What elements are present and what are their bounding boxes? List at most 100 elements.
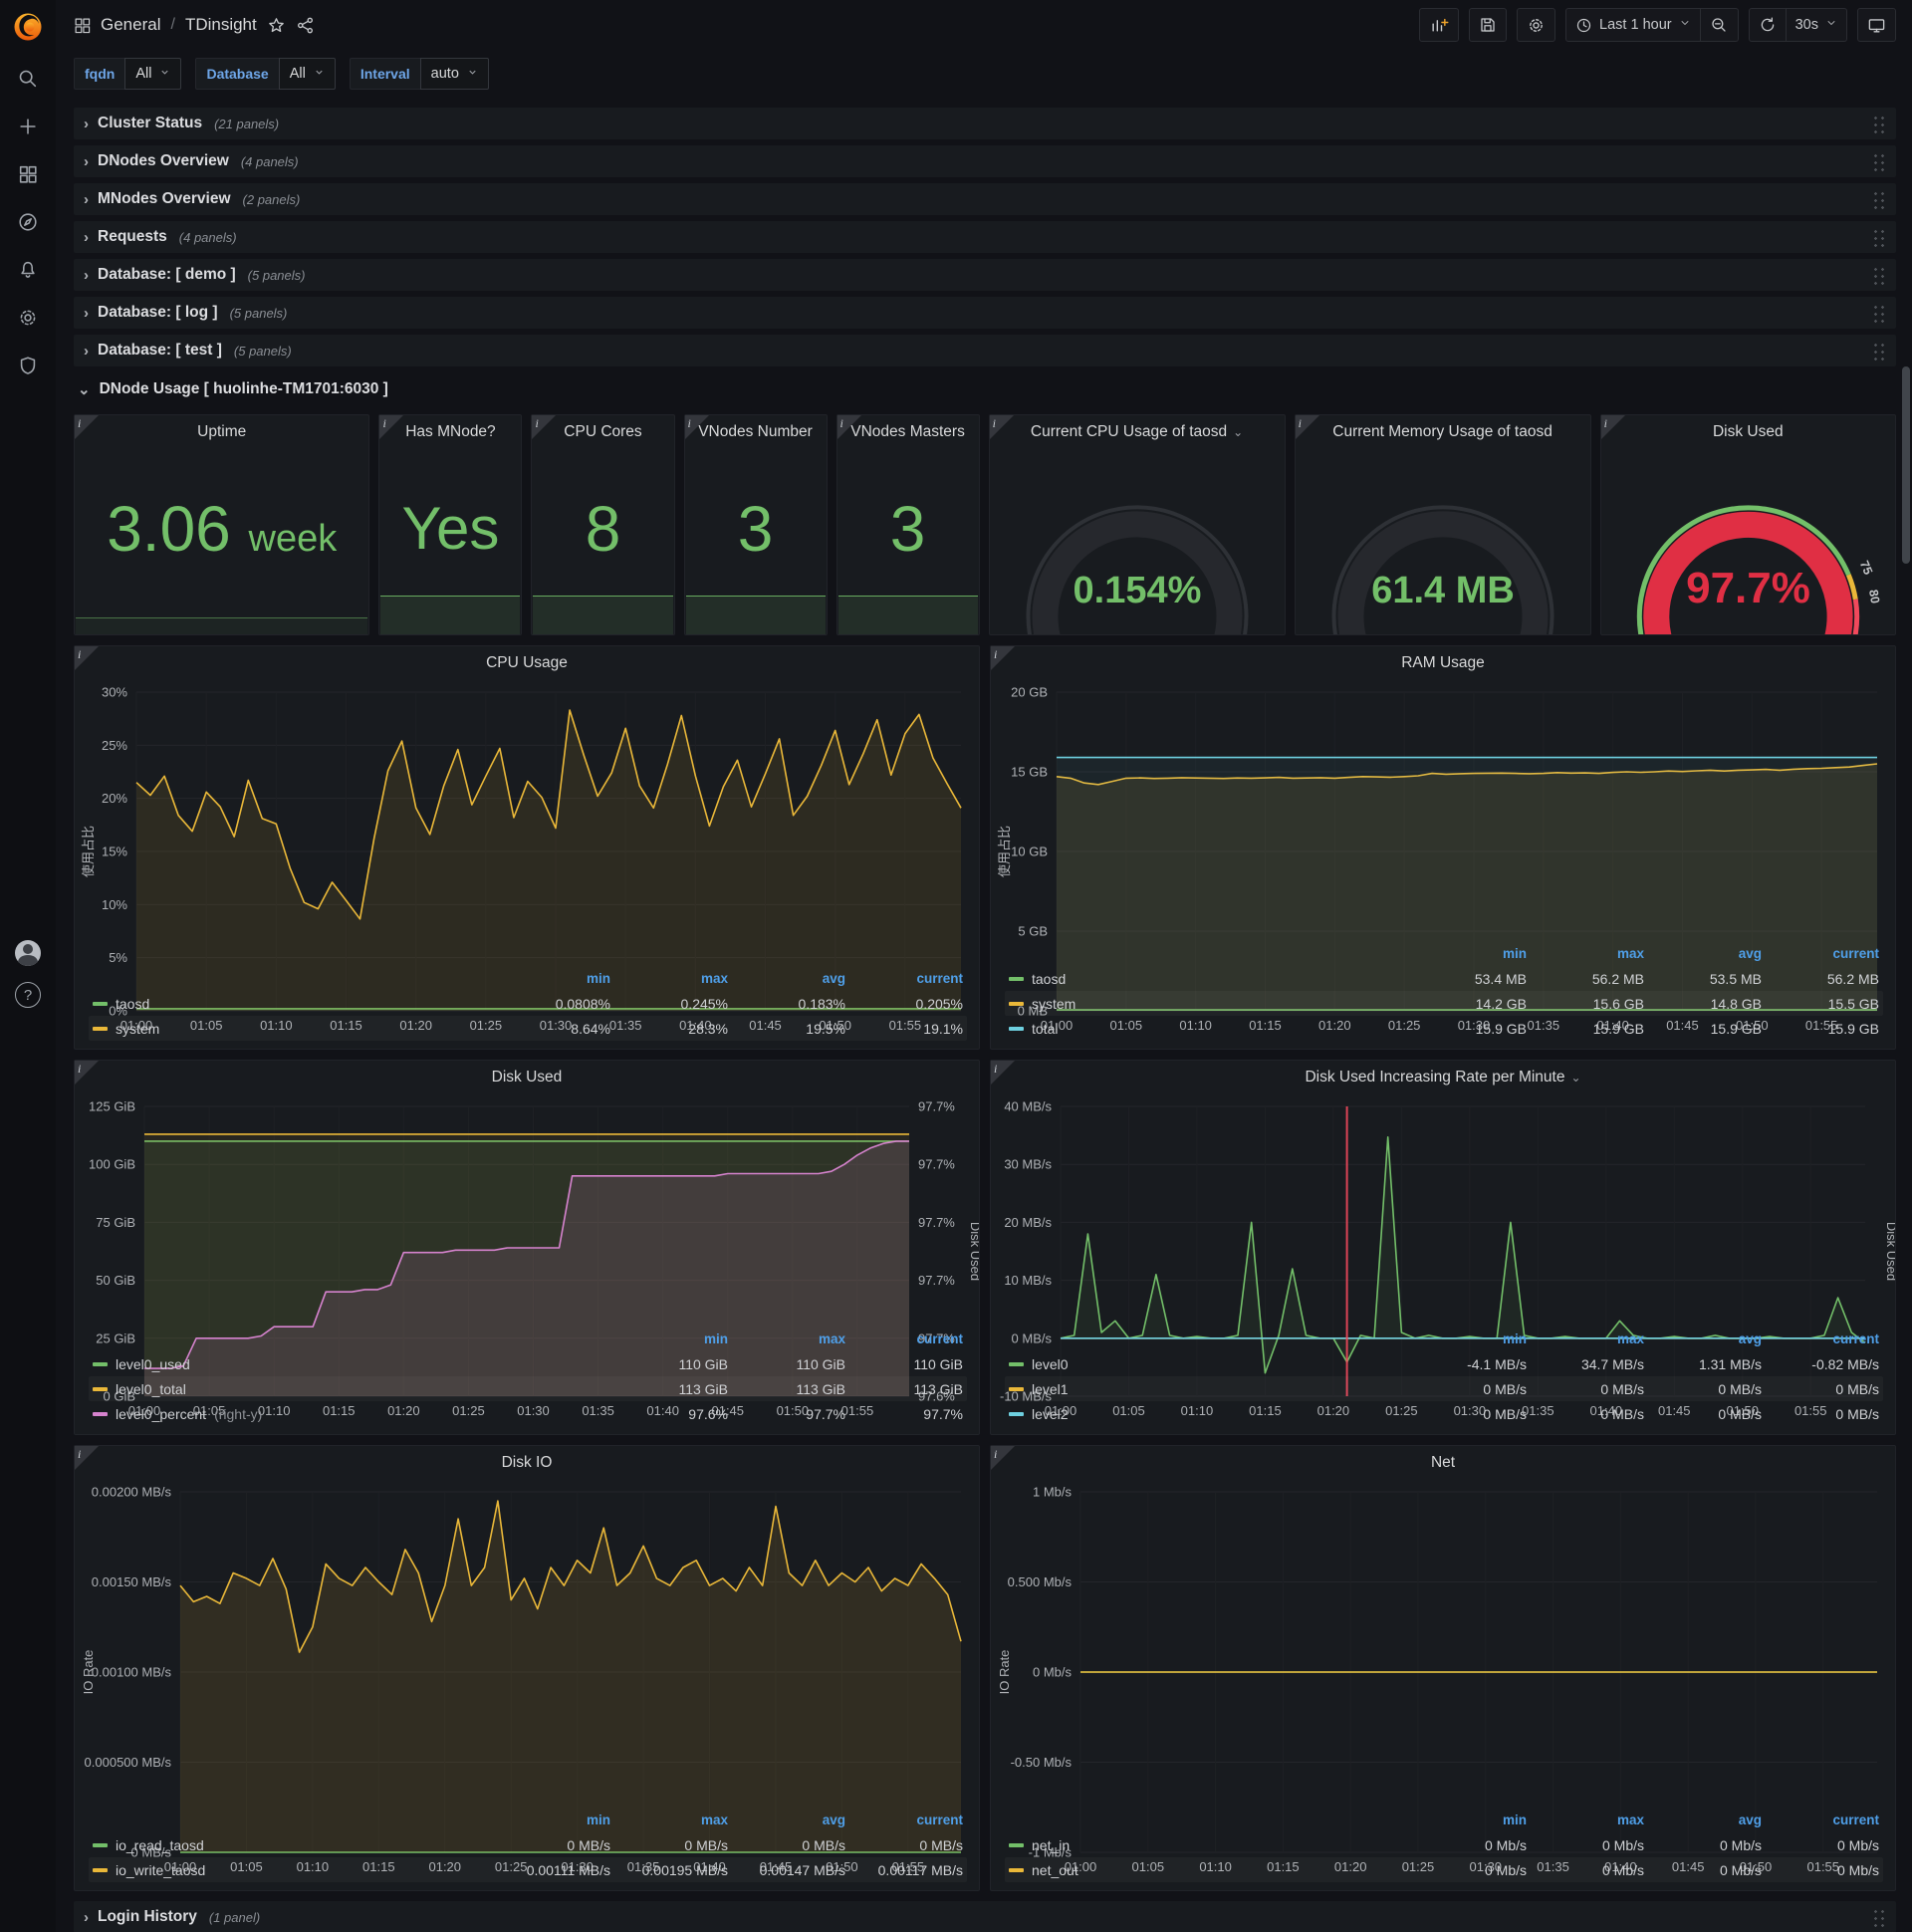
row-requests[interactable]: › Requests (4 panels) xyxy=(74,221,1896,253)
legend-series-label[interactable]: net_out xyxy=(1032,1862,1078,1878)
legend-series-label[interactable]: taosd xyxy=(1032,971,1066,987)
legend-col-min[interactable]: min xyxy=(1409,946,1527,961)
panel-title[interactable]: Disk Used xyxy=(75,1061,979,1094)
row-drag-handle[interactable] xyxy=(1872,341,1886,361)
explore-compass-icon[interactable] xyxy=(9,205,47,239)
legend-series-label[interactable]: level2 xyxy=(1032,1406,1069,1422)
dashboard-settings-button[interactable] xyxy=(1517,8,1556,42)
legend-col-current[interactable]: current xyxy=(845,1331,963,1346)
panel-info-icon[interactable]: i xyxy=(991,1061,1015,1085)
legend-series-label[interactable]: system xyxy=(116,1021,159,1037)
panel-info-icon[interactable]: i xyxy=(379,415,404,439)
legend-series-label[interactable]: level1 xyxy=(1032,1381,1069,1397)
share-icon[interactable] xyxy=(296,16,315,35)
breadcrumb-folder[interactable]: General xyxy=(101,15,160,35)
panel-title[interactable]: CPU Usage xyxy=(75,646,979,680)
panel-info-icon[interactable]: i xyxy=(989,415,1014,439)
legend-col-min[interactable]: min xyxy=(1409,1812,1527,1827)
panel-info-icon[interactable]: i xyxy=(75,415,99,439)
legend-col-min[interactable]: min xyxy=(493,1812,610,1827)
create-plus-icon[interactable] xyxy=(9,110,47,143)
row-mnodes-overview[interactable]: › MNodes Overview (2 panels) xyxy=(74,183,1896,215)
panel-info-icon[interactable]: i xyxy=(75,1446,99,1470)
panel-info-icon[interactable]: i xyxy=(75,646,99,670)
legend-col-min[interactable]: min xyxy=(493,971,610,986)
legend-col-max[interactable]: max xyxy=(610,971,728,986)
legend-series-label[interactable]: taosd xyxy=(116,996,149,1012)
legend-series-label[interactable]: io_write_taosd xyxy=(116,1862,205,1878)
panel-title[interactable]: Current Memory Usage of taosd xyxy=(1296,415,1590,449)
zoom-out-time-button[interactable] xyxy=(1700,8,1739,42)
legend-series-label[interactable]: total xyxy=(1032,1021,1058,1037)
dashboards-icon[interactable] xyxy=(9,157,47,191)
search-icon[interactable] xyxy=(9,62,47,96)
row-drag-handle[interactable] xyxy=(1872,151,1886,171)
alerting-bell-icon[interactable] xyxy=(9,253,47,287)
settings-gear-icon[interactable] xyxy=(9,301,47,335)
panel-info-icon[interactable]: i xyxy=(684,415,709,439)
legend-series-label[interactable]: system xyxy=(1032,996,1076,1012)
legend-series-label[interactable]: io_read_taosd xyxy=(116,1837,204,1853)
save-dashboard-button[interactable] xyxy=(1469,8,1508,42)
row-dnode-usage[interactable]: ⌄ DNode Usage [ huolinhe-TM1701:6030 ] xyxy=(74,372,1896,406)
legend-col-max[interactable]: max xyxy=(1527,1812,1644,1827)
row-drag-handle[interactable] xyxy=(1872,114,1886,133)
row-drag-handle[interactable] xyxy=(1872,265,1886,285)
help-icon[interactable]: ? xyxy=(15,982,41,1008)
panel-title[interactable]: Disk Used xyxy=(1601,415,1895,449)
legend-col-max[interactable]: max xyxy=(610,1812,728,1827)
legend-series-label[interactable]: level0_percent xyxy=(116,1406,206,1422)
panel-info-icon[interactable]: i xyxy=(991,646,1015,670)
legend-col-current[interactable]: current xyxy=(845,1812,963,1827)
row-drag-handle[interactable] xyxy=(1872,303,1886,323)
tv-mode-button[interactable] xyxy=(1857,8,1896,42)
row-drag-handle[interactable] xyxy=(1872,1907,1886,1927)
admin-shield-icon[interactable] xyxy=(9,349,47,382)
panel-title[interactable]: Net xyxy=(991,1446,1895,1480)
row-cluster-status[interactable]: › Cluster Status (21 panels) xyxy=(74,108,1896,139)
panel-info-icon[interactable]: i xyxy=(532,415,557,439)
legend-col-current[interactable]: current xyxy=(1762,1331,1879,1346)
row-database-test[interactable]: › Database: [ test ] (5 panels) xyxy=(74,335,1896,366)
panel-title[interactable]: Disk IO xyxy=(75,1446,979,1480)
legend-col-current[interactable]: current xyxy=(1762,1812,1879,1827)
panel-title[interactable]: Disk Used Increasing Rate per Minute ⌄ xyxy=(991,1061,1895,1094)
legend-col-avg[interactable]: avg xyxy=(1644,1331,1762,1346)
panel-title[interactable]: Current CPU Usage of taosd ⌄ xyxy=(990,415,1285,449)
legend-col-current[interactable]: current xyxy=(845,971,963,986)
legend-series-label[interactable]: net_in xyxy=(1032,1837,1070,1853)
legend-col-max[interactable]: max xyxy=(1527,1331,1644,1346)
panel-title[interactable]: Uptime xyxy=(75,415,368,449)
row-database-log[interactable]: › Database: [ log ] (5 panels) xyxy=(74,297,1896,329)
row-dnodes-overview[interactable]: › DNodes Overview (4 panels) xyxy=(74,145,1896,177)
grafana-logo-icon[interactable] xyxy=(11,10,45,44)
legend-col-avg[interactable]: avg xyxy=(728,971,845,986)
legend-col-min[interactable]: min xyxy=(1409,1331,1527,1346)
panel-title[interactable]: RAM Usage xyxy=(991,646,1895,680)
add-panel-button[interactable] xyxy=(1419,8,1460,42)
variable-interval-value-dropdown[interactable]: auto xyxy=(419,58,489,90)
legend-col-max[interactable]: max xyxy=(1527,946,1644,961)
legend-col-max[interactable]: max xyxy=(728,1331,845,1346)
refresh-interval-button[interactable]: 30s xyxy=(1786,8,1847,42)
breadcrumb-dashboard-title[interactable]: TDinsight xyxy=(185,15,257,35)
star-icon[interactable] xyxy=(267,16,286,35)
legend-col-min[interactable]: min xyxy=(610,1331,728,1346)
legend-series-label[interactable]: level0 xyxy=(1032,1356,1069,1372)
page-scrollbar-thumb[interactable] xyxy=(1902,366,1910,564)
legend-series-label[interactable]: level0_used xyxy=(116,1356,190,1372)
row-database-demo[interactable]: › Database: [ demo ] (5 panels) xyxy=(74,259,1896,291)
time-range-button[interactable]: Last 1 hour xyxy=(1565,8,1701,42)
panel-info-icon[interactable]: i xyxy=(1295,415,1319,439)
variable-database-value-dropdown[interactable]: All xyxy=(278,58,336,90)
row-drag-handle[interactable] xyxy=(1872,227,1886,247)
refresh-button[interactable] xyxy=(1748,8,1787,42)
legend-col-avg[interactable]: avg xyxy=(1644,1812,1762,1827)
row-login-history[interactable]: › Login History (1 panel) xyxy=(74,1901,1896,1932)
panel-info-icon[interactable]: i xyxy=(1600,415,1625,439)
panel-info-icon[interactable]: i xyxy=(991,1446,1015,1470)
legend-col-avg[interactable]: avg xyxy=(728,1812,845,1827)
user-avatar[interactable] xyxy=(15,940,41,966)
panel-info-icon[interactable]: i xyxy=(75,1061,99,1085)
legend-series-label[interactable]: level0_total xyxy=(116,1381,186,1397)
